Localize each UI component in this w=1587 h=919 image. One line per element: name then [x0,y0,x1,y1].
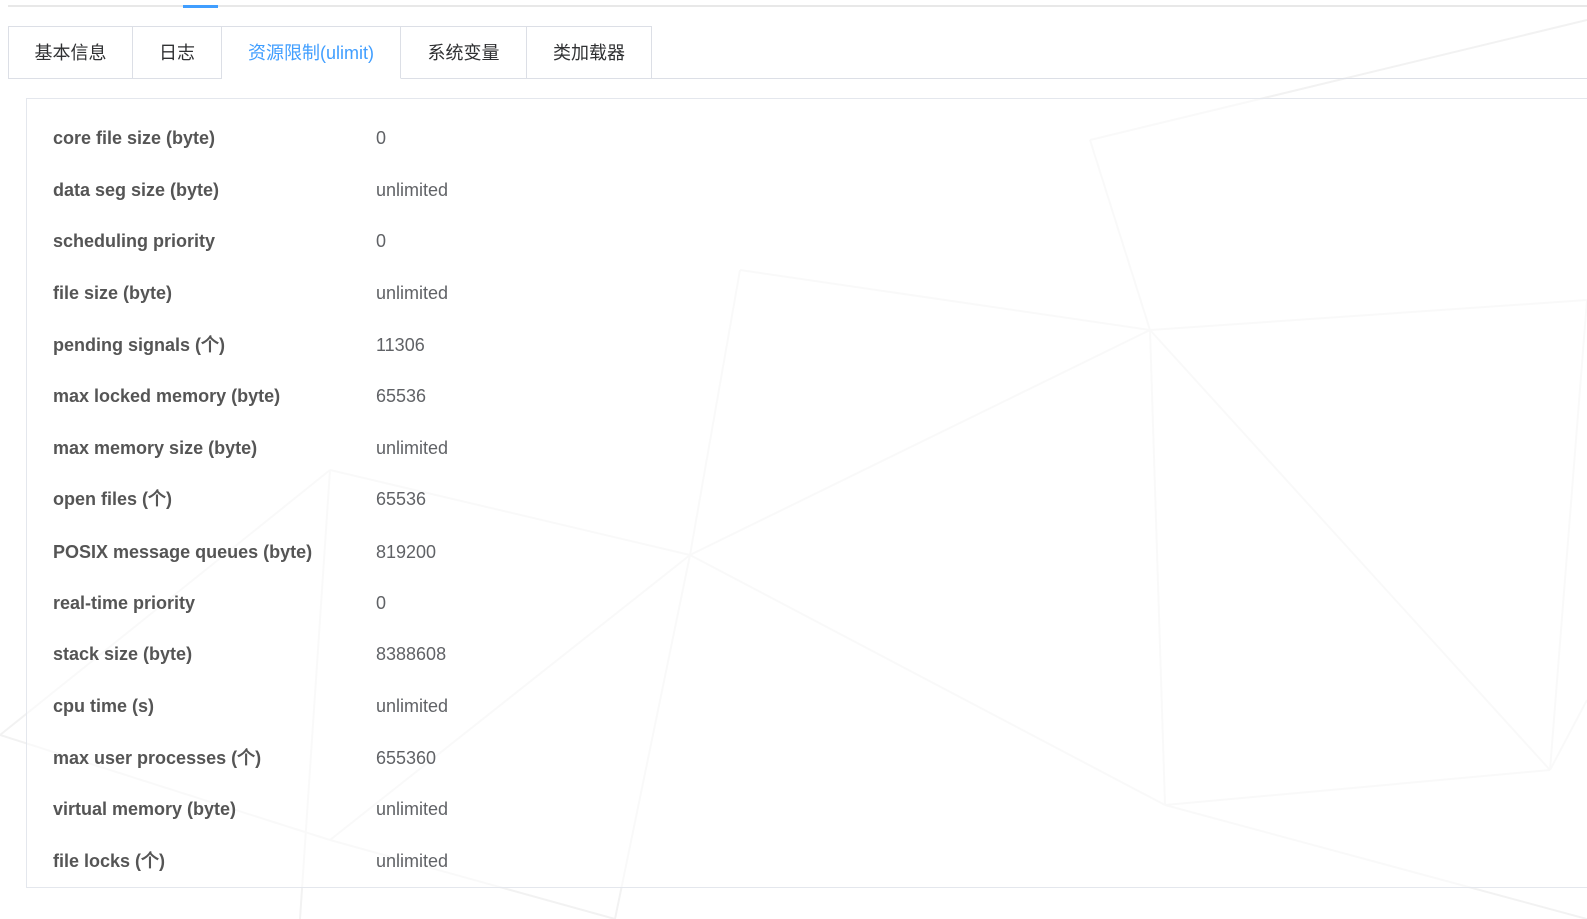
ulimit-row: file locks (个) unlimited [27,835,1027,887]
tab-system-variables[interactable]: 系统变量 [401,26,527,79]
ulimit-value: unlimited [376,799,449,819]
ulimit-value: 65536 [376,386,427,406]
ulimit-value: 11306 [376,335,425,355]
ulimit-value: 8388608 [376,644,447,664]
ulimit-label: pending signals (个) [53,335,226,355]
tab-ulimit[interactable]: 资源限制(ulimit) [222,26,401,79]
ulimit-value: 655360 [376,748,437,768]
ulimit-label: core file size (byte) [53,128,216,148]
ulimit-label: stack size (byte) [53,644,193,664]
ulimit-label: virtual memory (byte) [53,799,237,819]
ulimit-row: max locked memory (byte) 65536 [27,370,1027,422]
ulimit-label: file size (byte) [53,283,173,303]
ulimit-label: max memory size (byte) [53,438,258,458]
tab-bar: 基本信息 日志 资源限制(ulimit) 系统变量 类加载器 [8,26,1587,79]
ulimit-value: unlimited [376,696,449,716]
ulimit-row: pending signals (个) 11306 [27,319,1027,371]
ulimit-row: max user processes (个) 655360 [27,732,1027,784]
ulimit-row: virtual memory (byte) unlimited [27,783,1027,835]
tab-classloader[interactable]: 类加载器 [527,26,652,79]
ulimit-label: file locks (个) [53,851,166,871]
ulimit-value: 0 [376,231,387,251]
ulimit-row: cpu time (s) unlimited [27,680,1027,732]
top-progress-track [8,5,1587,7]
tab-logs[interactable]: 日志 [133,26,222,79]
ulimit-row: real-time priority 0 [27,577,1027,629]
tab-basic-info[interactable]: 基本信息 [8,26,133,79]
ulimit-value: unlimited [376,438,449,458]
ulimit-row: stack size (byte) 8388608 [27,628,1027,680]
top-progress-indicator [183,5,218,8]
ulimit-value: unlimited [376,180,449,200]
ulimit-panel: core file size (byte) 0 data seg size (b… [26,98,1587,888]
ulimit-value: unlimited [376,851,449,871]
ulimit-value: 0 [376,128,387,148]
ulimit-row: file size (byte) unlimited [27,267,1027,319]
ulimit-label: max locked memory (byte) [53,386,281,406]
ulimit-label: max user processes (个) [53,748,262,768]
ulimit-label: POSIX message queues (byte) [53,542,313,562]
ulimit-row: max memory size (byte) unlimited [27,422,1027,474]
ulimit-label: open files (个) [53,489,173,509]
ulimit-label: data seg size (byte) [53,180,220,200]
ulimit-row: core file size (byte) 0 [27,112,1027,164]
ulimit-label: real-time priority [53,593,196,613]
ulimit-label: cpu time (s) [53,696,155,716]
ulimit-value: 819200 [376,542,437,562]
ulimit-row: data seg size (byte) unlimited [27,164,1027,216]
ulimit-value: 65536 [376,489,427,509]
ulimit-row: open files (个) 65536 [27,473,1027,525]
page: 基本信息 日志 资源限制(ulimit) 系统变量 类加载器 core file… [0,0,1587,919]
ulimit-label: scheduling priority [53,231,216,251]
ulimit-row: POSIX message queues (byte) 819200 [27,526,1027,578]
ulimit-value: 0 [376,593,387,613]
ulimit-value: unlimited [376,283,449,303]
ulimit-row: scheduling priority 0 [27,215,1027,267]
